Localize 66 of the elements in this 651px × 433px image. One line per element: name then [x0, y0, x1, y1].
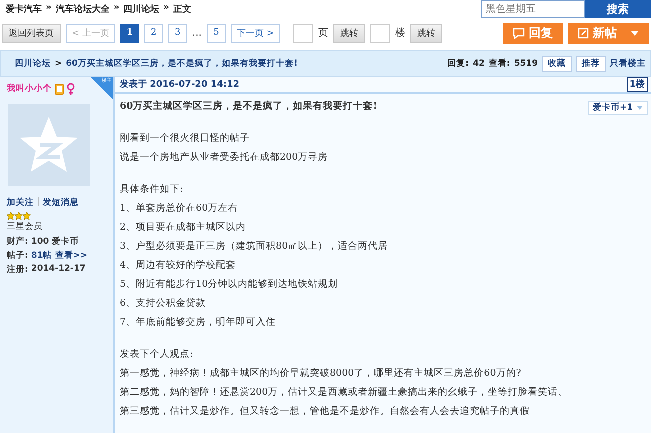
post-text-line: 3、户型必须要是正三房（建筑面积80㎡以上），适合两代居: [120, 240, 388, 254]
page-button[interactable]: 3: [168, 24, 188, 42]
post-text-line: 2、项目要在成都主城区以内: [120, 221, 246, 235]
post-text-line: 1、单套房总价在60万左右: [120, 202, 238, 216]
phone-icon: [55, 84, 64, 94]
page-button[interactable]: 5: [206, 24, 226, 42]
post-text-line: 6、支持公积金贷款: [120, 297, 206, 311]
search-button[interactable]: 搜索: [585, 0, 651, 18]
page-number-field[interactable]: [293, 24, 314, 42]
post-text-line: 发表下个人观点:: [120, 348, 194, 362]
posts-label: 帖子:: [7, 250, 28, 262]
follow-link[interactable]: 加关注: [7, 197, 34, 209]
floor-number: 1楼: [626, 77, 648, 92]
female-icon: [67, 83, 75, 95]
message-link[interactable]: 发短消息: [42, 197, 79, 209]
recommend-button[interactable]: 推荐: [576, 56, 606, 72]
breadcrumb-separator: »: [46, 3, 52, 15]
jump-button[interactable]: 跳转: [410, 24, 442, 42]
post-text-line: 4、周边有较好的学校配套: [120, 259, 236, 273]
post-text-line: 第一感觉，神经病！成都主城区的均价早就突破8000了，哪里还有主城区三房总价60万的?: [120, 367, 522, 381]
post-text-line: 第二感觉，妈的智障！还悬赏200万，估计又是西藏或者新疆土豪搞出来的幺蛾子，坐等打脸看笑话、: [120, 386, 568, 400]
post-text-line: 说是一个房地产从业者受委托在成都200万寻房: [120, 151, 328, 165]
floor-unit-label: 楼: [395, 26, 406, 40]
breadcrumb-separator: »: [114, 3, 120, 15]
post-text-line: 第三感觉，估计又是炒作。但又转念一想，管他是不是炒作。自然会有人会去追究帖子的真假: [120, 405, 530, 419]
joined-label: 注册:: [7, 264, 28, 276]
joined-date: 2014-12-17: [31, 264, 86, 276]
page-unit-label: 页: [318, 27, 328, 40]
search-field[interactable]: 黑色星期五: [481, 0, 585, 18]
replies-count: 42: [473, 58, 485, 68]
breadcrumb-separator: »: [164, 3, 170, 15]
page-button[interactable]: 2: [144, 24, 164, 42]
breadcrumb-link[interactable]: 四川论坛: [124, 3, 160, 16]
post-text-line: 刚看到一个很火很日怪的帖子: [120, 132, 250, 146]
only-op-link[interactable]: 只看楼主: [610, 58, 646, 70]
views-label: 查看:: [488, 58, 510, 70]
posts-count-link[interactable]: 81帖: [31, 250, 52, 262]
thread-title: 60万买主城区学区三房，是不是疯了，如果有我要打十套!: [66, 58, 298, 70]
username-link[interactable]: 我叫小小个: [7, 83, 52, 95]
coin-reward-button[interactable]: 爱卡币+1: [588, 101, 648, 115]
post-text-line: 5、附近有能步行10分钟以内能够到达地铁站规划: [120, 278, 338, 292]
next-page-button[interactable]: 下一页 >: [230, 24, 280, 42]
post-text-line: 7、年底前能够交房，明年即可入住: [120, 316, 276, 330]
post-date: 发表于 2016-07-20 14:12: [120, 78, 240, 91]
page-ellipsis: ...: [192, 28, 202, 38]
breadcrumb-link[interactable]: 正文: [173, 3, 192, 16]
breadcrumb-link[interactable]: 爱卡汽车: [6, 3, 42, 16]
post-text-line: 具体条件如下:: [120, 183, 184, 197]
speech-bubble-icon: [513, 28, 525, 38]
wealth-value: 100 爱卡币: [31, 236, 80, 248]
back-to-list-button[interactable]: 返回列表页: [2, 24, 61, 42]
favorite-button[interactable]: 收藏: [542, 56, 572, 72]
edit-icon: [578, 28, 589, 38]
forum-link[interactable]: 四川论坛: [15, 58, 51, 70]
view-posts-link[interactable]: 查看>>: [55, 250, 88, 262]
replies-label: 回复:: [448, 58, 470, 70]
rank-label: 三星会员: [7, 221, 44, 233]
breadcrumb-link[interactable]: 汽车论坛大全: [56, 3, 110, 16]
link-separator: |: [37, 197, 40, 209]
breadcrumb-separator: >: [55, 58, 62, 68]
page-button[interactable]: 1: [120, 24, 140, 42]
floor-number-field[interactable]: [370, 24, 390, 42]
views-count: 5519: [514, 58, 538, 68]
post-text-line: 60万买主城区学区三房，是不是疯了，如果有我要打十套!: [120, 100, 378, 114]
wealth-label: 财产:: [7, 236, 28, 248]
jump-button[interactable]: 跳转: [333, 24, 366, 42]
